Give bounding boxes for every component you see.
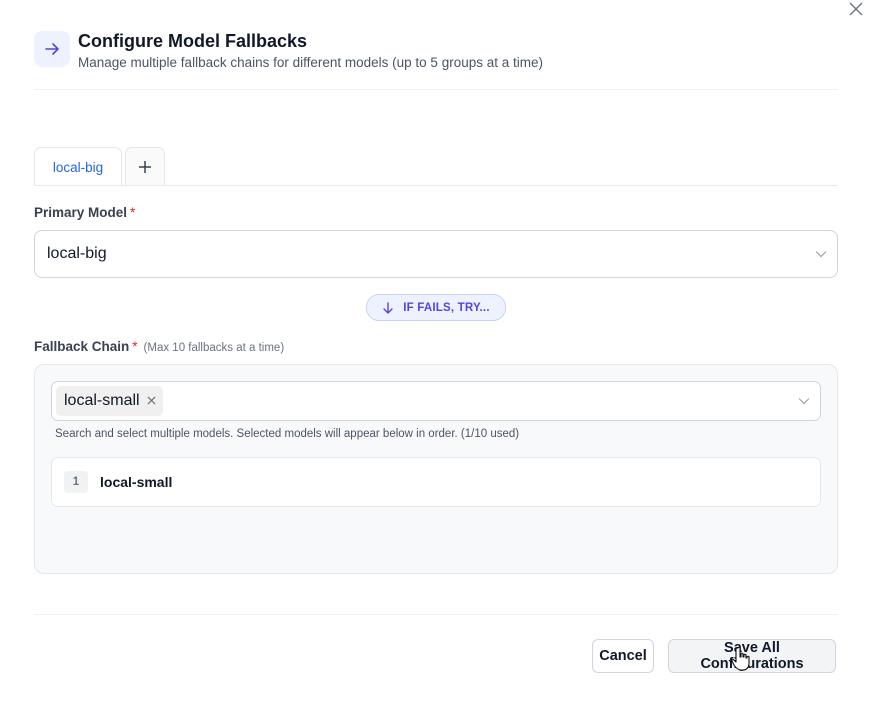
plus-icon — [139, 161, 151, 173]
primary-model-label-text: Primary Model — [34, 205, 128, 220]
close-icon — [849, 2, 863, 16]
group-tabs: local-big — [34, 147, 165, 186]
fallback-chain-label: Fallback Chain * (Max 10 fallbacks at a ti… — [34, 339, 284, 354]
header-divider — [34, 89, 838, 90]
add-tab-button[interactable] — [125, 147, 165, 186]
tab-label: local-big — [52, 159, 104, 175]
fallback-order-item[interactable]: 1 local-small — [51, 457, 821, 507]
header-icon-box — [34, 31, 70, 67]
close-icon — [147, 396, 156, 405]
chevron-down-icon — [798, 398, 810, 405]
fallback-models-select[interactable]: local-small — [51, 381, 821, 421]
dialog-title: Configure Model Fallbacks — [78, 31, 308, 51]
selected-model-tag: local-small — [56, 386, 163, 416]
fallback-chain-panel: local-small Search and select multiple m… — [34, 364, 838, 574]
primary-model-label: Primary Model * — [34, 205, 135, 220]
cancel-button[interactable]: Cancel — [592, 639, 654, 673]
primary-model-select[interactable]: local-big — [34, 230, 838, 278]
order-model-name: local-small — [100, 474, 173, 490]
fallback-helper-text: Search and select multiple models. Selec… — [55, 428, 520, 440]
if-fails-label: IF FAILS, TRY... — [403, 301, 490, 314]
fallback-chain-label-text: Fallback Chain — [34, 339, 130, 354]
header-text: Configure Model Fallbacks Manage multipl… — [78, 30, 543, 70]
required-mark: * — [130, 205, 136, 220]
arrow-down-icon — [383, 301, 393, 314]
fallback-limit-hint: (Max 10 fallbacks at a time) — [143, 342, 285, 354]
order-index: 1 — [64, 471, 88, 493]
dialog-header: Configure Model Fallbacks Manage multipl… — [34, 30, 543, 70]
close-button[interactable] — [847, 0, 865, 18]
arrow-right-icon — [45, 43, 59, 55]
required-mark: * — [132, 339, 138, 354]
remove-tag-button[interactable] — [147, 396, 157, 406]
tag-label: local-small — [64, 392, 140, 409]
footer-divider — [34, 614, 838, 615]
save-all-button[interactable]: Save All Configurations — [668, 639, 836, 673]
tabs-divider — [34, 185, 838, 186]
if-fails-pill: IF FAILS, TRY... — [366, 294, 506, 321]
dialog-subtitle: Manage multiple fallback chains for diff… — [78, 55, 543, 70]
tab-local-big[interactable]: local-big — [34, 147, 122, 186]
chevron-down-icon — [815, 251, 827, 258]
primary-model-value: local-big — [47, 245, 107, 262]
